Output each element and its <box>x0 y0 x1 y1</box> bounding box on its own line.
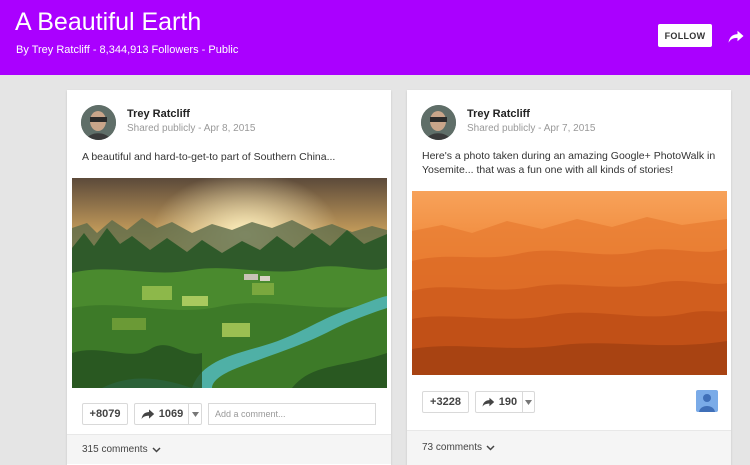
collection-header: A Beautiful Earth By Trey Ratcliff - 8,3… <box>0 0 750 75</box>
reshare-button[interactable]: 1069 <box>134 403 202 425</box>
reshare-count: 190 <box>498 396 518 408</box>
post-date[interactable]: Apr 8, 2015 <box>204 123 256 134</box>
comments-count: 315 comments <box>82 444 148 455</box>
reshare-count: 1069 <box>158 408 184 420</box>
chevron-down-icon <box>486 444 495 451</box>
post-photo[interactable] <box>72 178 387 388</box>
comments-count: 73 comments <box>422 442 483 453</box>
reshare-button[interactable]: 190 <box>475 391 535 413</box>
collection-subtitle: By Trey Ratcliff - 8,344,913 Followers -… <box>16 44 239 56</box>
share-arrow-icon[interactable] <box>727 27 745 45</box>
post-photo[interactable] <box>412 191 727 375</box>
comment-input[interactable]: Add a comment... <box>208 403 376 425</box>
follow-button[interactable]: FOLLOW <box>658 24 712 47</box>
avatar[interactable] <box>81 105 116 140</box>
post-meta: Shared publicly - Apr 8, 2015 <box>127 123 255 134</box>
visibility-label: Shared publicly <box>127 123 196 134</box>
user-avatar-icon[interactable] <box>696 390 718 412</box>
comments-toggle[interactable]: 73 comments <box>422 442 495 453</box>
reshare-icon <box>141 409 155 420</box>
plus-one-button[interactable]: +8079 <box>82 403 128 425</box>
post-date[interactable]: Apr 7, 2015 <box>544 123 596 134</box>
author-name[interactable]: Trey Ratcliff <box>467 108 530 120</box>
post-meta: Shared publicly - Apr 7, 2015 <box>467 123 595 134</box>
avatar[interactable] <box>421 105 456 140</box>
dropdown-arrow-icon[interactable] <box>522 392 534 412</box>
post-text: Here's a photo taken during an amazing G… <box>422 150 716 176</box>
author-name[interactable]: Trey Ratcliff <box>127 108 190 120</box>
chevron-down-icon <box>152 446 161 453</box>
comments-toggle[interactable]: 315 comments <box>82 444 161 455</box>
comments-footer: 73 comments <box>407 430 731 465</box>
page-title: A Beautiful Earth <box>15 8 202 36</box>
dropdown-arrow-icon[interactable] <box>188 404 201 424</box>
visibility-label: Shared publicly <box>467 123 536 134</box>
plus-one-button[interactable]: +3228 <box>422 391 469 413</box>
post-card: Trey Ratcliff Shared publicly - Apr 7, 2… <box>407 90 731 465</box>
reshare-icon <box>482 397 495 407</box>
post-card: Trey Ratcliff Shared publicly - Apr 8, 2… <box>67 90 391 465</box>
comments-footer: 315 comments <box>67 434 391 464</box>
post-text: A beautiful and hard-to-get-to part of S… <box>82 151 336 163</box>
